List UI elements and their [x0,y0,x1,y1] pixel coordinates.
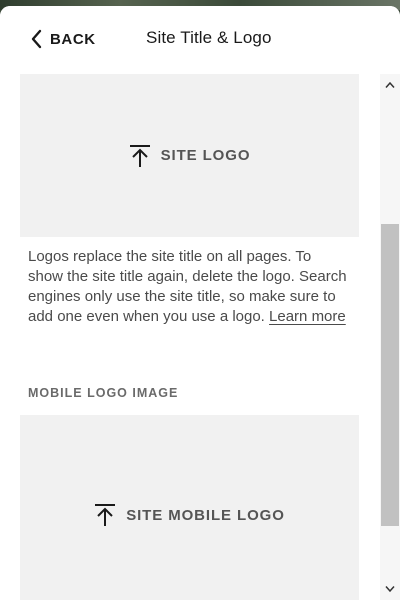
upload-icon [129,144,150,167]
site-logo-upload-inner: SITE LOGO [129,144,251,168]
panel-header: BACK Site Title & Logo [0,6,400,74]
site-logo-upload[interactable]: SITE LOGO [20,74,359,237]
page-title: Site Title & Logo [146,28,272,47]
back-button[interactable]: BACK [30,26,96,52]
logo-help-text: Logos replace the site title on all page… [28,247,348,327]
vertical-scrollbar[interactable] [380,74,400,600]
scroll-content: SITE LOGO Logos replace the site title o… [0,74,372,600]
site-title-logo-panel: BACK Site Title & Logo SITE LOGO Logos r… [0,6,400,600]
site-logo-upload-label: SITE LOGO [160,147,251,164]
scroll-down-button[interactable] [380,580,400,598]
site-mobile-logo-upload[interactable]: SITE MOBILE LOGO [20,415,359,600]
site-mobile-logo-upload-label: SITE MOBILE LOGO [126,506,285,524]
scroll-up-button[interactable] [380,76,400,94]
upload-icon [95,504,116,526]
site-mobile-logo-upload-inner: SITE MOBILE LOGO [94,503,285,527]
scroll-thumb[interactable] [381,224,399,526]
chevron-up-icon [385,81,395,88]
back-button-label: BACK [50,30,96,48]
mobile-logo-section-label: MOBILE LOGO IMAGE [28,386,179,400]
chevron-down-icon [385,586,395,593]
chevron-left-icon [31,29,42,49]
learn-more-link[interactable]: Learn more [269,308,346,325]
